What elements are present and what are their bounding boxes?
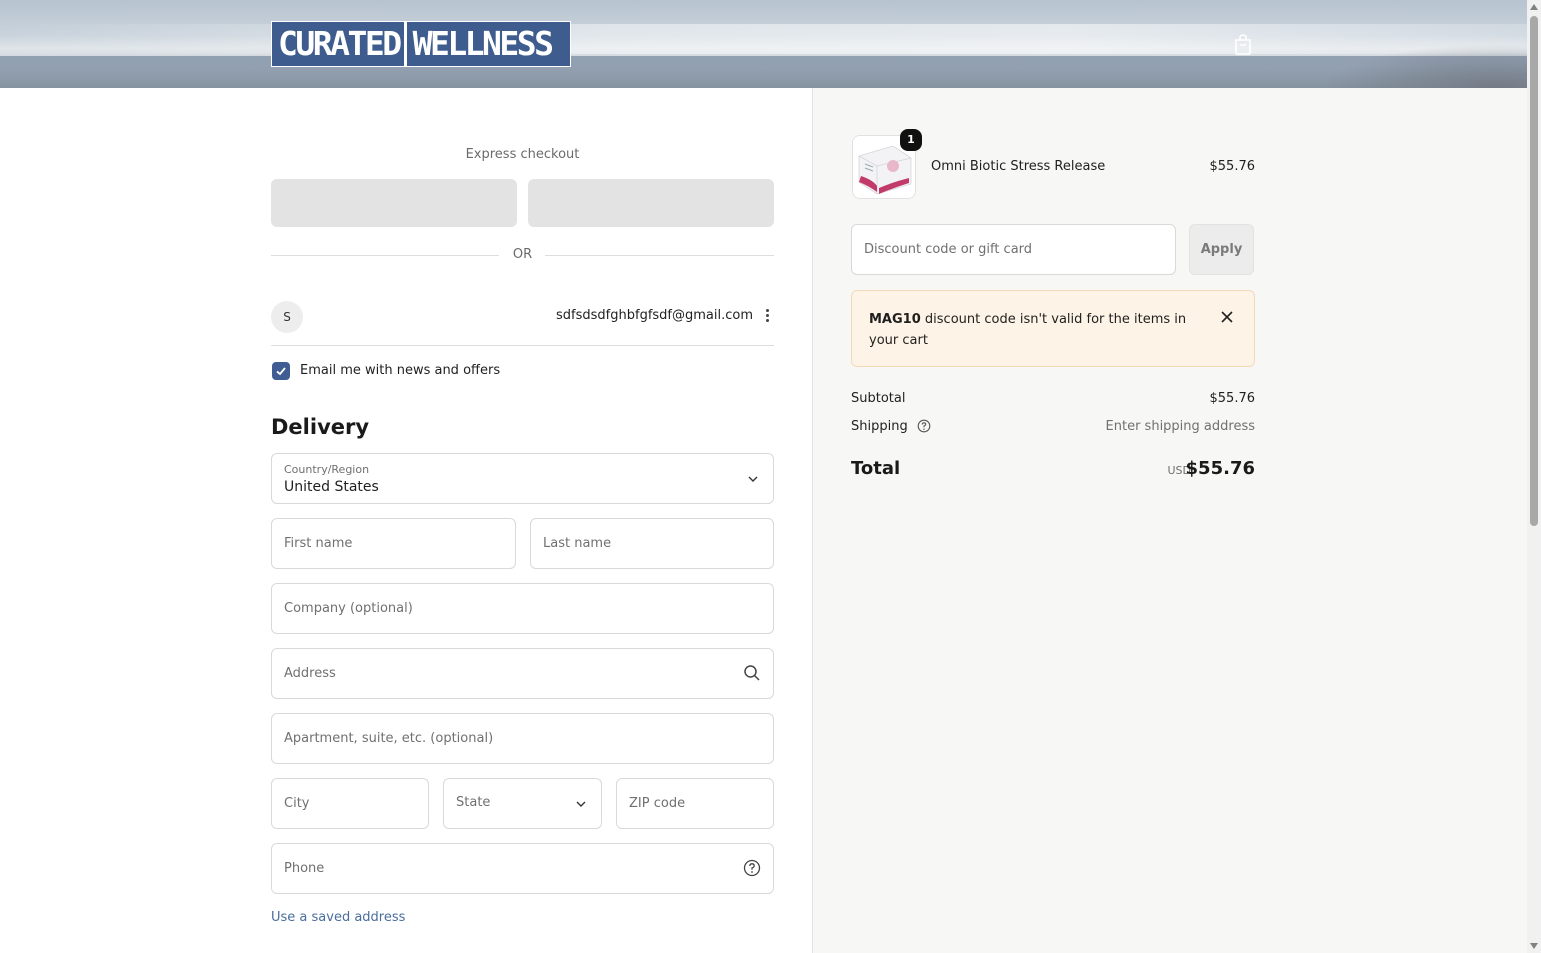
banner-haze (0, 24, 1527, 54)
state-select[interactable]: State (443, 778, 602, 829)
last-name-field[interactable]: Last name (530, 518, 774, 569)
order-summary-panel (812, 88, 1527, 953)
discount-placeholder: Discount code or gift card (864, 242, 1033, 257)
delivery-title: Delivery (271, 415, 370, 439)
page-scrollbar[interactable] (1527, 0, 1541, 953)
discount-code-field[interactable]: Discount code or gift card (851, 224, 1176, 275)
apartment-placeholder: Apartment, suite, etc. (optional) (284, 731, 494, 746)
shipping-value: Enter shipping address (1105, 419, 1255, 434)
logo-separator (403, 22, 407, 66)
or-divider: OR (271, 247, 774, 263)
country-label: Country/Region (284, 463, 370, 476)
close-icon[interactable] (1220, 310, 1234, 324)
express-pay-button-2[interactable] (528, 179, 774, 227)
kebab-menu-icon[interactable] (764, 308, 770, 326)
shopping-bag-icon[interactable] (1232, 32, 1254, 56)
newsletter-checkbox[interactable] (272, 362, 290, 380)
apartment-field[interactable]: Apartment, suite, etc. (optional) (271, 713, 774, 764)
quantity-badge: 1 (900, 129, 922, 151)
logo-text-part1: CURATED (278, 24, 402, 63)
last-name-placeholder: Last name (543, 536, 612, 551)
banner-sea (0, 56, 1527, 88)
shipping-row: Shipping Enter shipping address (851, 419, 1255, 434)
banner-hills (1320, 44, 1527, 88)
logo-text-part2: WELLNESS (412, 24, 554, 63)
alert-code: MAG10 (869, 312, 921, 327)
account-email: sdfsdsdfghbfgfsdf@gmail.com (556, 308, 753, 323)
apply-discount-button[interactable]: Apply (1189, 224, 1254, 275)
total-row: Total USD $55.76 (851, 458, 1255, 482)
newsletter-row: Email me with news and offers (271, 362, 774, 382)
phone-placeholder: Phone (284, 861, 325, 876)
country-select[interactable]: Country/Region United States (271, 453, 774, 504)
discount-error-alert: MAG10 discount code isn't valid for the … (851, 290, 1255, 367)
total-label: Total (851, 458, 901, 479)
avatar: S (271, 301, 303, 333)
help-circle-icon[interactable] (917, 419, 931, 433)
city-placeholder: City (284, 796, 310, 811)
first-name-placeholder: First name (284, 536, 353, 551)
zip-placeholder: ZIP code (629, 796, 686, 811)
search-icon (744, 665, 760, 681)
use-saved-address-link[interactable]: Use a saved address (271, 910, 405, 925)
scroll-up-arrow[interactable] (1530, 4, 1538, 10)
phone-field[interactable]: Phone (271, 843, 774, 894)
product-price: $55.76 (1209, 159, 1256, 174)
alert-message: MAG10 discount code isn't valid for the … (869, 309, 1189, 351)
address-field[interactable]: Address (271, 648, 774, 699)
total-value: $55.76 (1185, 458, 1255, 479)
address-placeholder: Address (284, 666, 336, 681)
divider-line-right (545, 255, 774, 256)
account-row: S sdfsdsdfghbfgfsdf@gmail.com (271, 300, 774, 346)
shipping-label: Shipping (851, 419, 908, 434)
subtotal-value: $55.76 (1209, 391, 1256, 406)
product-name: Omni Biotic Stress Release (931, 159, 1106, 174)
check-icon (276, 367, 286, 376)
zip-field[interactable]: ZIP code (616, 778, 774, 829)
store-logo[interactable]: CURATED WELLNESS (271, 21, 571, 67)
country-value: United States (284, 479, 379, 495)
express-pay-button-1[interactable] (271, 179, 517, 227)
express-checkout-title: Express checkout (465, 147, 580, 162)
state-placeholder: State (456, 795, 491, 810)
scroll-down-arrow[interactable] (1530, 943, 1538, 949)
scroll-thumb[interactable] (1530, 16, 1538, 526)
subtotal-row: Subtotal $55.76 (851, 391, 1255, 406)
company-field[interactable]: Company (optional) (271, 583, 774, 634)
subtotal-label: Subtotal (851, 391, 906, 406)
newsletter-label: Email me with news and offers (300, 363, 501, 378)
header-banner (0, 0, 1527, 88)
first-name-field[interactable]: First name (271, 518, 516, 569)
help-circle-icon[interactable] (743, 859, 761, 877)
company-placeholder: Company (optional) (284, 601, 413, 616)
city-field[interactable]: City (271, 778, 429, 829)
chevron-down-icon (576, 801, 586, 807)
chevron-down-icon (748, 476, 758, 482)
